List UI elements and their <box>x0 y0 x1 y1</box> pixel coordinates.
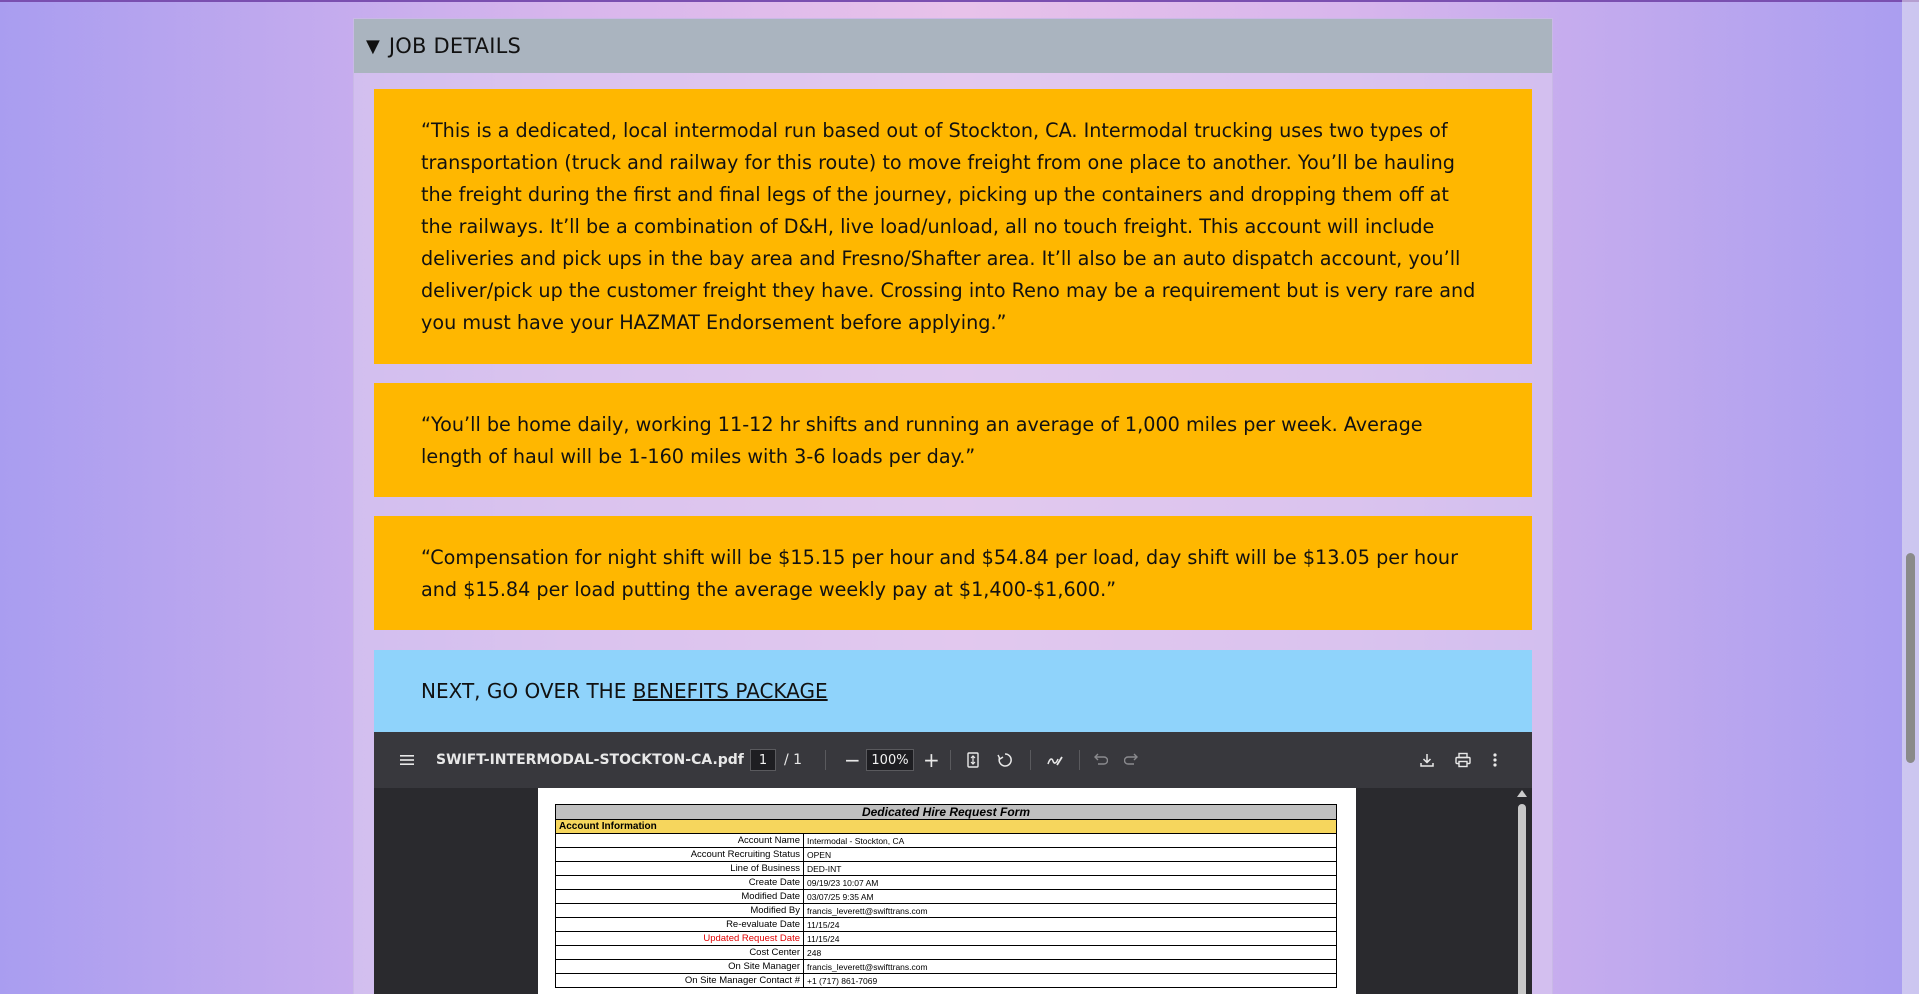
form-row-label: Create Date <box>555 875 804 890</box>
form-row-label: Modified By <box>555 903 804 918</box>
pdf-filename: SWIFT-INTERMODAL-STOCKTON-CA.pdf <box>436 752 744 768</box>
form-row-value: 03/07/25 9:35 AM <box>803 889 1337 904</box>
form-row: Account Recruiting Status OPEN <box>555 847 1337 862</box>
hire-request-form: Dedicated Hire Request Form Account Info… <box>555 804 1337 988</box>
form-row: Create Date 09/19/23 10:07 AM <box>555 875 1337 890</box>
form-row: Modified By francis_leverett@swifttrans.c… <box>555 903 1337 918</box>
top-border <box>0 0 1919 2</box>
pdf-page: Dedicated Hire Request Form Account Info… <box>538 788 1356 994</box>
form-row-value: francis_leverett@swifttrans.com <box>803 903 1337 918</box>
pdf-viewer: SWIFT-INTERMODAL-STOCKTON-CA.pdf 1 / 1 −… <box>374 732 1532 994</box>
triangle-down-icon: ▼ <box>366 35 380 57</box>
more-options-icon[interactable] <box>1493 732 1497 788</box>
menu-icon[interactable] <box>399 732 415 788</box>
form-row-label: Re-evaluate Date <box>555 917 804 932</box>
zoom-out-icon[interactable]: − <box>844 732 861 788</box>
zoom-level-input[interactable]: 100% <box>866 749 914 771</box>
draw-icon[interactable] <box>1046 732 1064 788</box>
form-row-label: Account Name <box>555 833 804 848</box>
quote-block-compensation: “Compensation for night shift will be $1… <box>374 516 1532 630</box>
form-row-label: Modified Date <box>555 889 804 904</box>
form-row-value: 11/15/24 <box>803 917 1337 932</box>
form-row: Cost Center 248 <box>555 945 1337 960</box>
page-total: / 1 <box>784 752 803 768</box>
rotate-icon[interactable] <box>997 732 1013 788</box>
form-row-value: DED-INT <box>803 861 1337 876</box>
toolbar-separator <box>825 750 826 770</box>
fit-page-icon[interactable] <box>966 732 980 788</box>
quote-block-schedule: “You’ll be home daily, working 11-12 hr … <box>374 383 1532 497</box>
form-row-label: Updated Request Date <box>555 931 804 946</box>
form-row-label: Account Recruiting Status <box>555 847 804 862</box>
page-scrollbar-thumb[interactable] <box>1906 553 1915 763</box>
form-row-label: On Site Manager Contact # <box>555 973 804 988</box>
form-row-value: 11/15/24 <box>803 931 1337 946</box>
pdf-scrollbar-thumb[interactable] <box>1518 804 1526 994</box>
form-section-header: Account Information <box>555 819 1337 834</box>
toolbar-separator <box>950 750 951 770</box>
print-icon[interactable] <box>1454 732 1472 788</box>
zoom-in-icon[interactable]: + <box>923 732 940 788</box>
pdf-toolbar: SWIFT-INTERMODAL-STOCKTON-CA.pdf 1 / 1 −… <box>374 732 1532 788</box>
form-row: Line of Business DED-INT <box>555 861 1337 876</box>
form-row: Updated Request Date 11/15/24 <box>555 931 1337 946</box>
benefits-package-link[interactable]: BENEFITS PACKAGE <box>633 679 828 703</box>
scroll-up-icon[interactable] <box>1517 790 1527 797</box>
job-details-header[interactable]: ▼ JOB DETAILS <box>354 19 1552 73</box>
form-row-value: 09/19/23 10:07 AM <box>803 875 1337 890</box>
redo-icon[interactable] <box>1124 732 1140 788</box>
pdf-viewport[interactable]: Dedicated Hire Request Form Account Info… <box>374 788 1532 994</box>
form-row: Re-evaluate Date 11/15/24 <box>555 917 1337 932</box>
form-row-value: OPEN <box>803 847 1337 862</box>
quote-block-route: “This is a dedicated, local intermodal r… <box>374 89 1532 364</box>
job-details-card: ▼ JOB DETAILS “This is a dedicated, loca… <box>353 18 1553 994</box>
form-row: On Site Manager francis_leverett@swifttra… <box>555 959 1337 974</box>
form-row-value: +1 (717) 861-7069 <box>803 973 1337 988</box>
form-row-value: francis_leverett@swifttrans.com <box>803 959 1337 974</box>
section-title: JOB DETAILS <box>388 34 522 58</box>
page-scrollbar[interactable] <box>1902 0 1919 994</box>
form-row-label: On Site Manager <box>555 959 804 974</box>
toolbar-separator <box>1030 750 1031 770</box>
form-row: Account Name Intermodal - Stockton, CA <box>555 833 1337 848</box>
form-row-label: Line of Business <box>555 861 804 876</box>
toolbar-separator <box>1079 750 1080 770</box>
undo-icon[interactable] <box>1092 732 1108 788</box>
form-row-value: Intermodal - Stockton, CA <box>803 833 1337 848</box>
next-step-text: NEXT, GO OVER THE <box>421 679 633 703</box>
download-icon[interactable] <box>1419 732 1435 788</box>
form-row-value: 248 <box>803 945 1337 960</box>
next-step-banner: NEXT, GO OVER THE BENEFITS PACKAGE <box>374 650 1532 732</box>
pdf-scrollbar[interactable] <box>1516 788 1528 994</box>
page-number-input[interactable]: 1 <box>750 749 776 771</box>
form-row: On Site Manager Contact # +1 (717) 861-70… <box>555 973 1337 988</box>
form-row: Modified Date 03/07/25 9:35 AM <box>555 889 1337 904</box>
form-row-label: Cost Center <box>555 945 804 960</box>
form-title: Dedicated Hire Request Form <box>555 804 1337 820</box>
